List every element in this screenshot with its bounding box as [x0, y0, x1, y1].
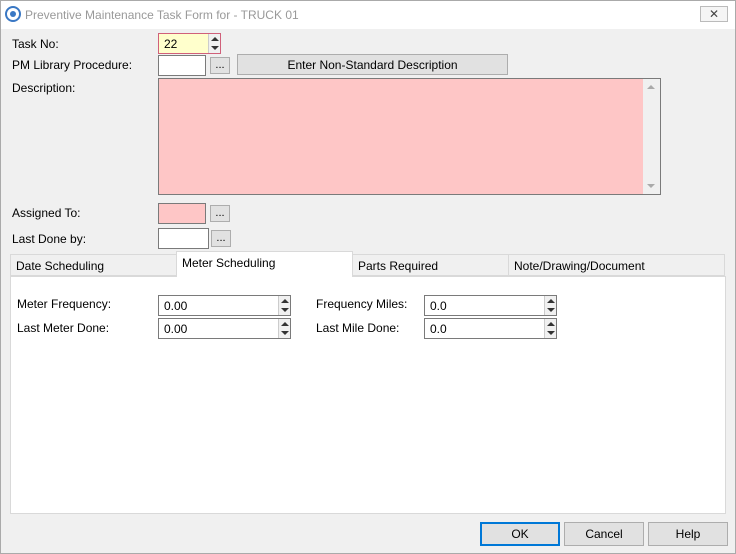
task-no-value: 22	[164, 37, 178, 51]
description-label: Description:	[12, 81, 76, 95]
cancel-button[interactable]: Cancel	[564, 522, 644, 546]
close-button[interactable]: ✕	[700, 6, 728, 22]
frequency-miles-field[interactable]: 0.0	[424, 295, 557, 316]
tab-meter-scheduling[interactable]: Meter Scheduling	[176, 251, 353, 277]
spin-down-icon	[547, 331, 555, 335]
task-no-spinner[interactable]	[208, 34, 220, 53]
last-done-by-browse-button[interactable]: ...	[211, 230, 231, 247]
frequency-miles-spinner[interactable]	[544, 296, 556, 315]
meter-scheduling-panel	[10, 276, 726, 514]
spin-up-icon	[281, 322, 289, 326]
last-done-by-label: Last Done by:	[12, 232, 87, 246]
tab-parts-required[interactable]: Parts Required	[352, 254, 509, 276]
spin-down-icon	[211, 46, 219, 50]
tab-date-scheduling[interactable]: Date Scheduling	[10, 254, 177, 276]
last-mile-done-value: 0.0	[430, 322, 447, 336]
meter-frequency-label: Meter Frequency:	[17, 297, 112, 311]
app-gear-icon	[5, 6, 21, 22]
scroll-up-icon	[647, 85, 655, 89]
assigned-to-field[interactable]	[158, 203, 206, 224]
last-mile-done-spinner[interactable]	[544, 319, 556, 338]
spin-down-icon	[547, 308, 555, 312]
meter-frequency-spinner[interactable]	[278, 296, 290, 315]
frequency-miles-value: 0.0	[430, 299, 447, 313]
last-meter-done-spinner[interactable]	[278, 319, 290, 338]
non-standard-description-button[interactable]: Enter Non-Standard Description	[237, 54, 508, 75]
spin-up-icon	[547, 299, 555, 303]
help-button[interactable]: Help	[648, 522, 728, 546]
task-no-field[interactable]: 22	[158, 33, 221, 54]
ok-button[interactable]: OK	[480, 522, 560, 546]
scroll-down-icon	[647, 184, 655, 188]
meter-frequency-value: 0.00	[164, 299, 188, 313]
spin-up-icon	[211, 37, 219, 41]
description-textarea[interactable]	[158, 78, 661, 195]
assigned-to-browse-button[interactable]: ...	[210, 205, 230, 222]
task-no-label: Task No:	[12, 37, 59, 51]
last-meter-done-value: 0.00	[164, 322, 188, 336]
last-meter-done-label: Last Meter Done:	[17, 321, 110, 335]
spin-up-icon	[547, 322, 555, 326]
pm-library-field[interactable]	[158, 55, 206, 76]
last-meter-done-field[interactable]: 0.00	[158, 318, 291, 339]
pm-library-browse-button[interactable]: ...	[210, 57, 230, 74]
assigned-to-label: Assigned To:	[12, 206, 81, 220]
spin-up-icon	[281, 299, 289, 303]
frequency-miles-label: Frequency Miles:	[316, 297, 408, 311]
tab-note-drawing-document[interactable]: Note/Drawing/Document	[508, 254, 725, 276]
meter-frequency-field[interactable]: 0.00	[158, 295, 291, 316]
last-done-by-field[interactable]	[158, 228, 209, 249]
pm-library-label: PM Library Procedure:	[12, 58, 133, 72]
last-mile-done-label: Last Mile Done:	[316, 321, 400, 335]
window-title: Preventive Maintenance Task Form for - T…	[25, 8, 299, 22]
description-scrollbar[interactable]	[643, 79, 660, 194]
last-mile-done-field[interactable]: 0.0	[424, 318, 557, 339]
spin-down-icon	[281, 308, 289, 312]
spin-down-icon	[281, 331, 289, 335]
